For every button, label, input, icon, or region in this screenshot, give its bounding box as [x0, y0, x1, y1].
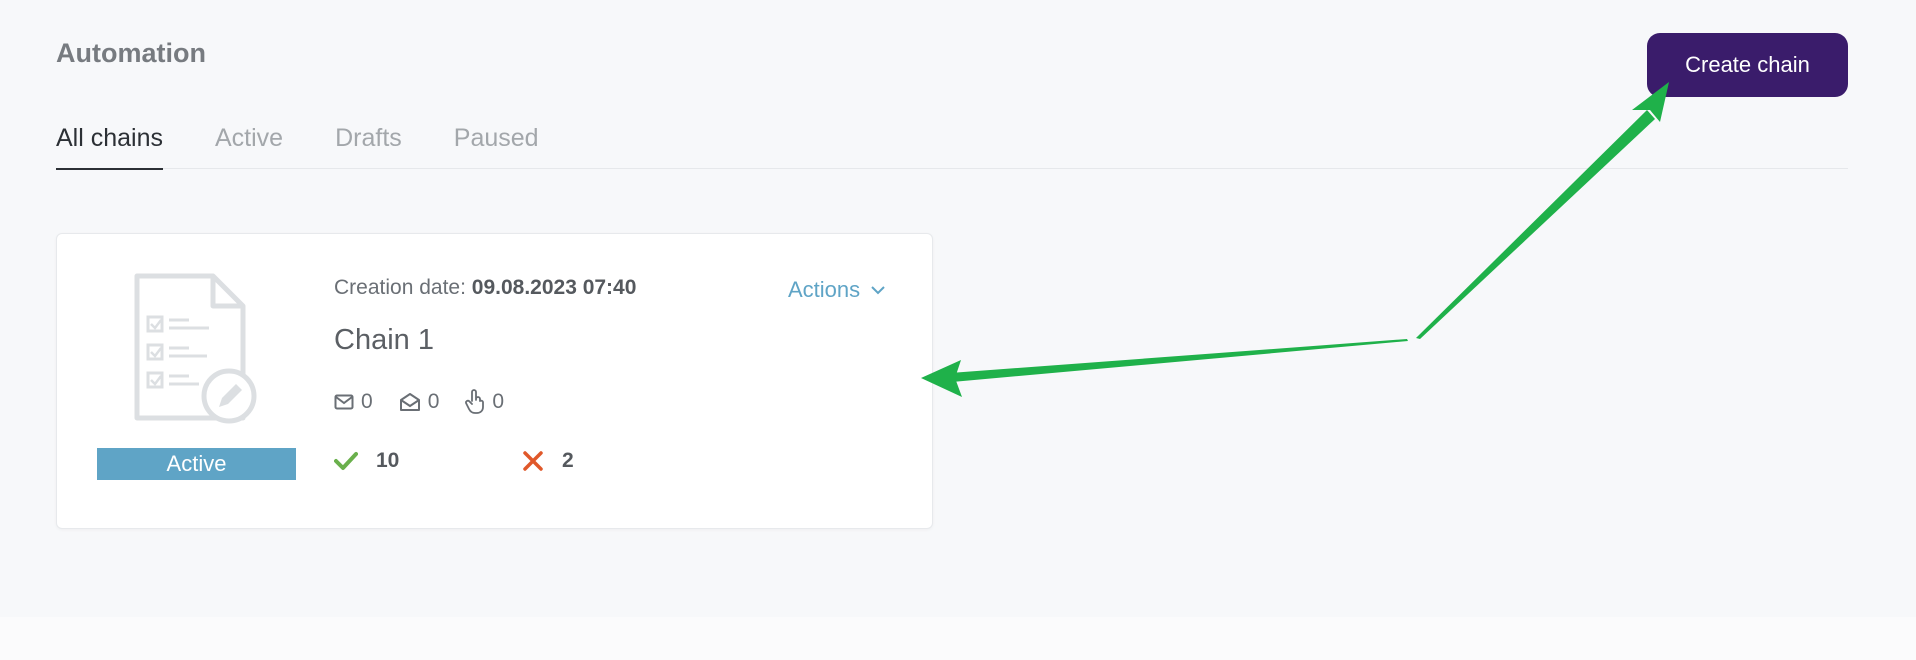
- chain-results: 10 2: [334, 449, 574, 473]
- page-title: Automation: [56, 38, 206, 68]
- clicked-count: 0: [492, 390, 505, 413]
- checkmark-icon: [334, 452, 358, 470]
- clicked-stat: 0: [465, 389, 504, 415]
- opened-count: 0: [427, 390, 440, 413]
- envelope-open-icon: [399, 393, 420, 411]
- footer-area: [0, 617, 1916, 660]
- opened-stat: 0: [399, 390, 440, 414]
- chain-name[interactable]: Chain 1: [334, 324, 434, 357]
- chain-stats: 0 0 0: [334, 389, 530, 415]
- success-count: 10: [376, 449, 400, 472]
- sent-stat: 0: [334, 390, 373, 414]
- arrow-to-card: [921, 339, 1408, 397]
- tab-all-chains[interactable]: All chains: [56, 118, 163, 170]
- creation-date-label: Creation date:: [334, 276, 466, 299]
- envelope-icon: [334, 394, 354, 410]
- creation-date: Creation date: 09.08.2023 07:40: [334, 276, 636, 300]
- failed-count: 2: [562, 449, 574, 472]
- checklist-document-icon: [134, 273, 257, 424]
- chevron-down-icon: [871, 286, 885, 295]
- tab-paused[interactable]: Paused: [454, 118, 539, 169]
- create-chain-button[interactable]: Create chain: [1647, 33, 1848, 97]
- tab-active[interactable]: Active: [215, 118, 283, 169]
- pointer-hand-icon: [465, 389, 485, 414]
- sent-count: 0: [361, 390, 373, 413]
- creation-date-value: 09.08.2023 07:40: [471, 276, 637, 299]
- actions-label: Actions: [788, 277, 861, 302]
- tab-drafts[interactable]: Drafts: [335, 118, 402, 169]
- actions-dropdown[interactable]: Actions: [788, 277, 886, 303]
- status-badge: Active: [97, 448, 296, 480]
- chain-card[interactable]: Active Creation date: 09.08.2023 07:40 A…: [56, 233, 933, 529]
- success-result: 10: [334, 449, 522, 473]
- failed-result: 2: [522, 449, 574, 473]
- cross-icon: [523, 451, 543, 471]
- chain-filter-tabs: All chains Active Drafts Paused: [56, 118, 1848, 170]
